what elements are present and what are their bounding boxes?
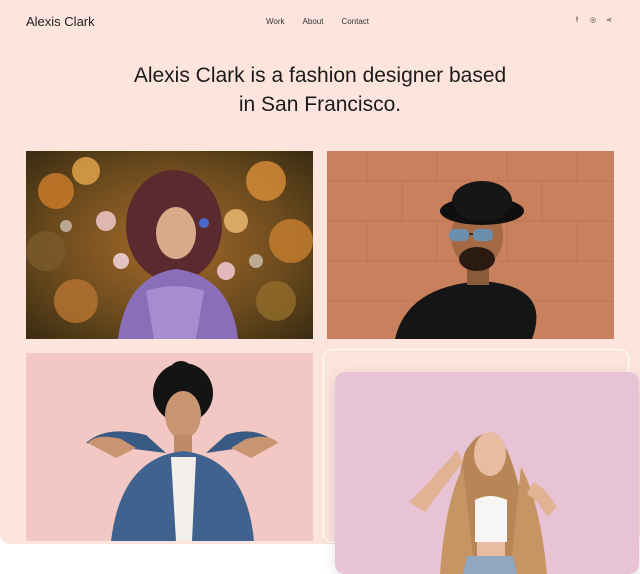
photo-denim-jacket[interactable] [26,353,313,541]
social-links: f ◎ ⋖ [573,17,613,25]
photo-man-in-hat[interactable] [327,151,614,339]
instagram-icon[interactable]: ◎ [589,17,597,25]
brand-logo[interactable]: Alexis Clark [26,14,95,29]
floating-photo-card[interactable] [335,372,639,574]
main-nav: Work About Contact [266,17,369,26]
nav-item-contact[interactable]: Contact [341,17,369,26]
hero-line-1: Alexis Clark is a fashion designer based [133,64,507,87]
hero-line-2: in San Francisco. [238,93,402,116]
nav-item-work[interactable]: Work [266,17,285,26]
share-icon[interactable]: ⋖ [605,17,613,25]
nav-item-about[interactable]: About [303,17,324,26]
photo-curly-hair-flowers[interactable] [26,151,313,339]
facebook-icon[interactable]: f [573,17,581,25]
hero-headline: Alexis Clark is a fashion designer based… [100,61,540,119]
